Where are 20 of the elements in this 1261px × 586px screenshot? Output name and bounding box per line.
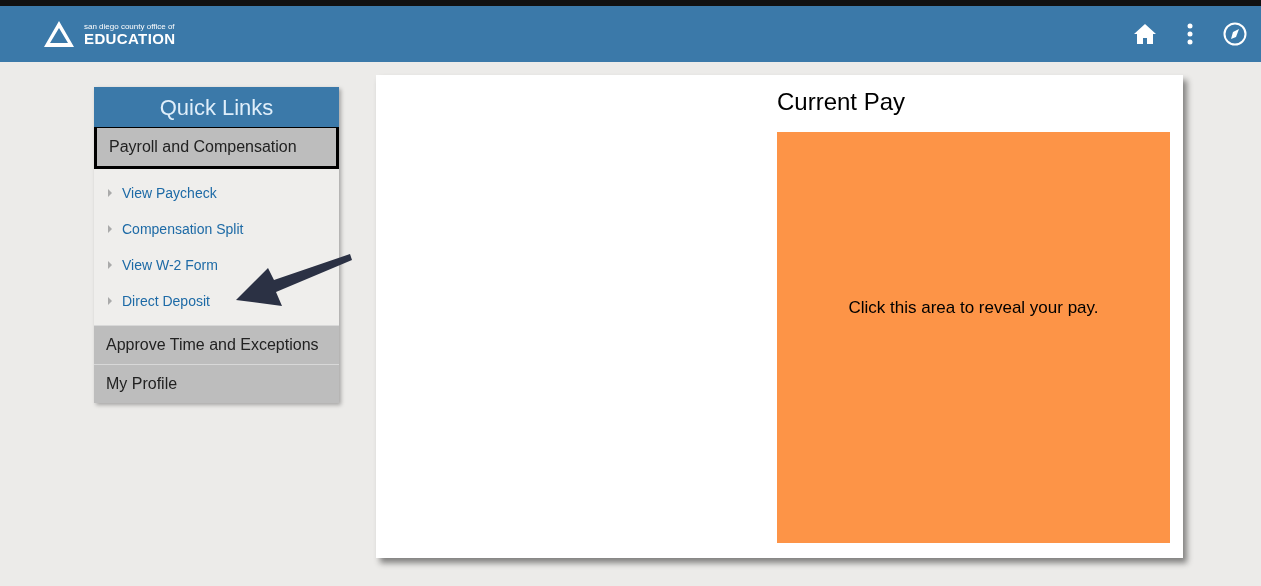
quick-link[interactable]: View W-2 Form bbox=[122, 254, 218, 276]
home-icon[interactable] bbox=[1133, 23, 1157, 45]
quick-link[interactable]: Direct Deposit bbox=[122, 290, 210, 312]
quick-link[interactable]: Compensation Split bbox=[122, 218, 244, 240]
current-pay-title: Current Pay bbox=[777, 87, 907, 117]
quick-link[interactable]: View Paycheck bbox=[122, 182, 217, 204]
section-header[interactable]: Approve Time and Exceptions bbox=[94, 325, 339, 364]
triangle-logo-icon bbox=[42, 19, 76, 49]
section-header[interactable]: Payroll and Compensation bbox=[94, 127, 339, 169]
quick-links-title: Quick Links bbox=[94, 87, 339, 127]
bullet-triangle-icon bbox=[108, 261, 112, 269]
more-options-icon[interactable] bbox=[1187, 23, 1193, 45]
logo-title: EDUCATION bbox=[84, 30, 176, 46]
section-header[interactable]: My Profile bbox=[94, 364, 339, 403]
bullet-triangle-icon bbox=[108, 297, 112, 305]
bullet-triangle-icon bbox=[108, 225, 112, 233]
bullet-triangle-icon bbox=[108, 189, 112, 197]
logo-overline: san diego county office of bbox=[84, 22, 176, 31]
reveal-pay-tile[interactable]: Click this area to reveal your pay. bbox=[777, 132, 1170, 543]
compass-icon[interactable] bbox=[1223, 22, 1247, 46]
